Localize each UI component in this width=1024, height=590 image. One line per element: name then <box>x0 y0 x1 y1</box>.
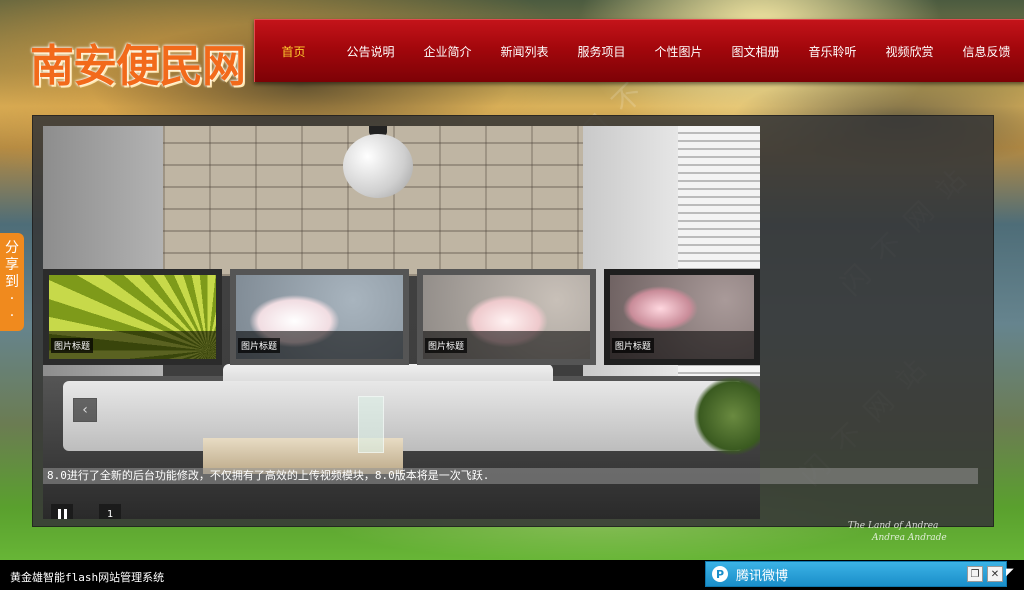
sofa <box>63 381 743 451</box>
nav-item-3[interactable]: 新闻列表 <box>486 20 563 82</box>
weibo-logo-icon: P <box>712 566 728 582</box>
thumbnail-4[interactable]: 图片标题 <box>603 269 760 365</box>
main-nav: 首页 公告说明 企业简介 新闻列表 服务项目 个性图片 图文相册 音乐聆听 视频欣赏 信息反馈 <box>254 19 1024 82</box>
thumbnail-caption: 图片标题 <box>51 337 94 353</box>
share-label-char: 享 <box>5 256 19 273</box>
nav-item-4[interactable]: 服务项目 <box>563 20 640 82</box>
chevron-left-icon[interactable]: ‹ <box>73 398 97 422</box>
site-logo[interactable]: 南安便民网 <box>30 30 246 94</box>
thumbnail-caption: 图片标题 <box>424 337 467 353</box>
artwork-signature: The Land of Andrea Andrea Andrade <box>848 521 947 543</box>
slideshow: 图片标题 图片标题 图片标题 图片标题 ‹ 1 8.0进行了全新的后台功能修改，… <box>32 115 994 527</box>
slide-page-number[interactable]: 1 <box>99 504 121 519</box>
thumbnail-3[interactable]: 图片标题 <box>416 269 596 365</box>
pendant-lamp <box>343 134 413 198</box>
thumbnail-2[interactable]: 图片标题 <box>229 269 409 365</box>
vase <box>358 396 384 453</box>
share-label-char: · <box>9 307 15 324</box>
thumbnail-1[interactable]: 图片标题 <box>43 269 222 365</box>
thumbnail-strip: 图片标题 图片标题 图片标题 图片标题 <box>43 269 760 365</box>
plant <box>693 376 760 456</box>
share-tab[interactable]: 分享到 · · <box>0 233 24 331</box>
nav-item-5[interactable]: 个性图片 <box>640 20 717 82</box>
weibo-widget[interactable]: P 腾讯微博 ❐ ✕ <box>705 561 1007 587</box>
pause-icon[interactable] <box>51 504 73 519</box>
share-label-char: 分 <box>5 239 19 256</box>
footer-text: 黄金雄智能flash网站管理系统 <box>10 571 165 584</box>
slide-image[interactable]: 图片标题 图片标题 图片标题 图片标题 ‹ 1 <box>43 126 760 519</box>
close-icon[interactable]: ✕ <box>987 566 1003 582</box>
restore-icon[interactable]: ❐ <box>967 566 983 582</box>
thumbnail-caption: 图片标题 <box>611 337 654 353</box>
nav-item-9[interactable]: 信息反馈 <box>948 20 1024 82</box>
nav-item-8[interactable]: 视频欣赏 <box>871 20 948 82</box>
resize-arrow-icon: ◤ <box>1006 567 1014 578</box>
weibo-title: 腾讯微博 <box>736 568 789 584</box>
nav-item-6[interactable]: 图文相册 <box>717 20 794 82</box>
share-label-char: · <box>9 290 15 307</box>
thumbnail-caption: 图片标题 <box>237 337 280 353</box>
nav-item-0[interactable]: 首页 <box>255 20 332 82</box>
nav-item-7[interactable]: 音乐聆听 <box>794 20 871 82</box>
slide-caption: 8.0进行了全新的后台功能修改，不仅拥有了高效的上传视频模块，8.0版本将是一次… <box>47 469 490 482</box>
nav-item-1[interactable]: 公告说明 <box>332 20 409 82</box>
share-label-char: 到 <box>5 273 19 290</box>
nav-item-2[interactable]: 企业简介 <box>409 20 486 82</box>
